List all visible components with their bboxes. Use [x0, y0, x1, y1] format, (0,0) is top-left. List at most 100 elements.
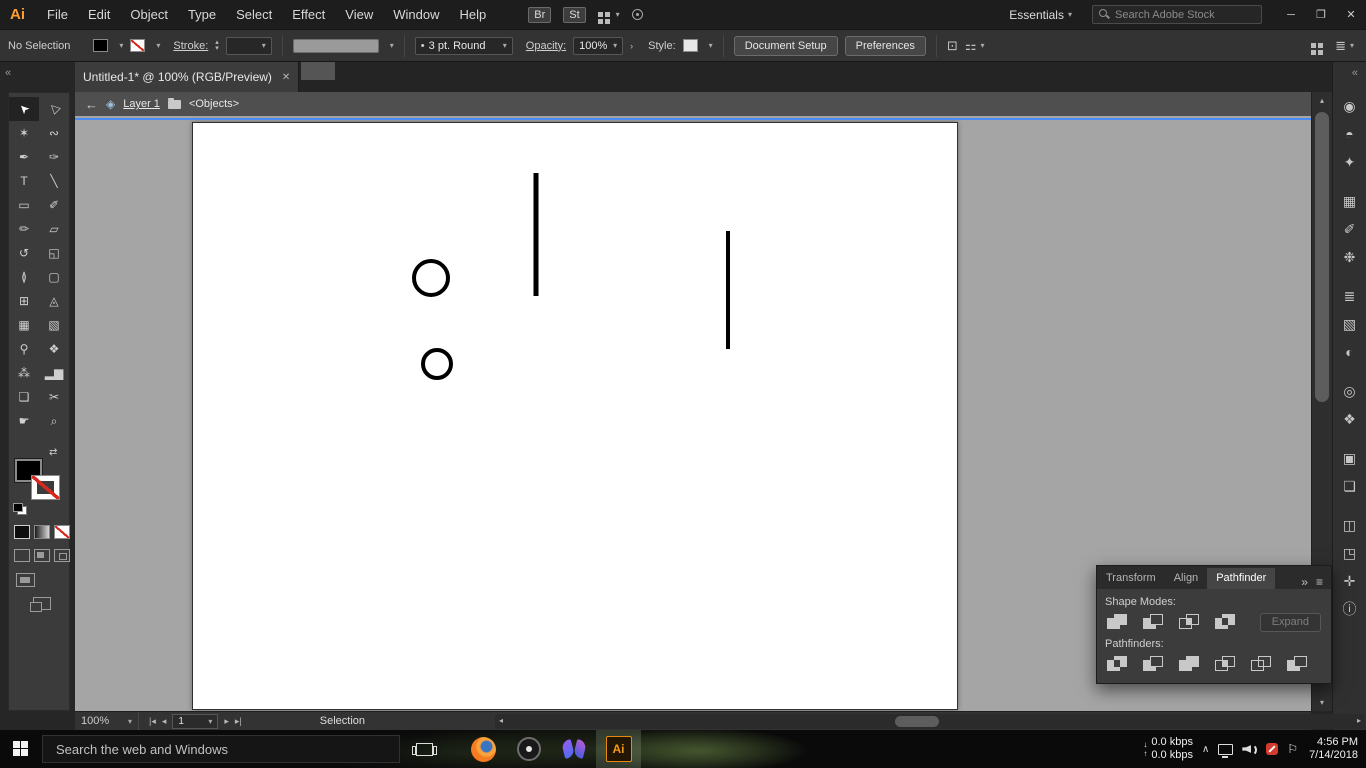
tab-close-icon[interactable]: ✕	[282, 72, 290, 83]
trim-button[interactable]	[1141, 654, 1168, 674]
selection-tool[interactable]: ➤	[9, 97, 39, 121]
action-center-icon[interactable]: ⚐	[1287, 742, 1298, 756]
expand-button[interactable]: Expand	[1260, 613, 1321, 632]
slice-tool[interactable]: ✂	[39, 385, 69, 409]
artboard-tool[interactable]: ❏	[9, 385, 39, 409]
horizontal-scroll-thumb[interactable]	[895, 716, 939, 727]
lasso-tool[interactable]: ∾	[39, 121, 69, 145]
document-setup-button[interactable]: Document Setup	[734, 36, 838, 56]
close-button[interactable]: ✕	[1336, 0, 1366, 29]
symbols-panel-icon[interactable]: ❉	[1337, 245, 1363, 269]
opacity-flyout-icon[interactable]: ›	[630, 41, 633, 51]
select-similar-icon[interactable]: ⚏	[965, 38, 985, 54]
exclude-button[interactable]	[1213, 612, 1240, 632]
paintbrush-tool[interactable]: ✐	[39, 193, 69, 217]
illustrator-taskbar-button[interactable]: Ai	[596, 730, 641, 768]
start-button[interactable]	[0, 730, 42, 768]
pen-tool[interactable]: ✒	[9, 145, 39, 169]
opacity-panel-link[interactable]: Opacity:	[526, 40, 566, 52]
blend-tool[interactable]: ❖	[39, 337, 69, 361]
graphic-styles-panel-icon[interactable]: ❖	[1337, 407, 1363, 431]
outline-button[interactable]	[1249, 654, 1276, 674]
menu-window[interactable]: Window	[383, 0, 449, 29]
color-panel-icon[interactable]: ◉	[1337, 94, 1363, 118]
transform-panel-icon[interactable]: ✛	[1337, 569, 1363, 593]
width-profile-select[interactable]	[293, 39, 379, 53]
draw-inside-button[interactable]	[54, 549, 70, 562]
eraser-tool[interactable]: ▱	[39, 217, 69, 241]
menu-effect[interactable]: Effect	[282, 0, 335, 29]
align-panel-icon[interactable]: ◳	[1337, 541, 1363, 565]
merge-button[interactable]	[1177, 654, 1204, 674]
brushes-panel-icon[interactable]: ✐	[1337, 217, 1363, 241]
stroke-color-swatch[interactable]	[130, 39, 145, 52]
menu-file[interactable]: File	[37, 0, 78, 29]
swatches-panel-icon[interactable]: ▦	[1337, 189, 1363, 213]
eyedropper-tool[interactable]: ⚲	[9, 337, 39, 361]
arrange-documents-button[interactable]	[598, 10, 620, 19]
notification-red-icon[interactable]	[1266, 743, 1278, 755]
gradient-button[interactable]	[34, 525, 50, 539]
magic-wand-tool[interactable]: ✶	[9, 121, 39, 145]
swap-fill-stroke-icon[interactable]: ⇄	[49, 447, 57, 458]
menu-edit[interactable]: Edit	[78, 0, 120, 29]
perspective-grid-tool[interactable]: ◬	[39, 289, 69, 313]
brush-definition-select[interactable]: • 3 pt. Round	[415, 37, 513, 55]
stroke-indicator[interactable]	[32, 476, 59, 499]
minus-front-button[interactable]	[1141, 612, 1168, 632]
opacity-input[interactable]: 100%	[573, 37, 623, 55]
divide-button[interactable]	[1105, 654, 1132, 674]
tab-align[interactable]: Align	[1165, 568, 1207, 589]
artboard[interactable]	[192, 122, 958, 710]
isolate-object-icon[interactable]: ⊡	[947, 38, 958, 54]
hidden-icons-chevron[interactable]: ∧	[1202, 744, 1209, 755]
menu-select[interactable]: Select	[226, 0, 282, 29]
layers-panel-icon[interactable]: ▣	[1337, 446, 1363, 470]
fill-color-swatch[interactable]	[93, 39, 108, 52]
draw-normal-button[interactable]	[14, 549, 30, 562]
default-colors-icon[interactable]	[13, 503, 27, 515]
gradient-tool[interactable]: ▧	[39, 313, 69, 337]
graphic-style-swatch[interactable]	[683, 39, 698, 52]
color-themes-panel-icon[interactable]: ✦	[1337, 150, 1363, 174]
horizontal-scrollbar[interactable]: ◂ ▸	[495, 714, 1365, 729]
curvature-tool[interactable]: ✑	[39, 145, 69, 169]
panel-grid-icon[interactable]	[1311, 43, 1325, 48]
document-info-panel-icon[interactable]: ⓘ	[1337, 597, 1363, 621]
previous-artboard-icon[interactable]: ◂	[162, 716, 167, 727]
network-speed-widget[interactable]: ↓↑ 0.0 kbps 0.0 kbps	[1143, 736, 1193, 762]
artwork-circle[interactable]	[414, 261, 448, 295]
shape-builder-tool[interactable]: ⊞	[9, 289, 39, 313]
task-view-button[interactable]	[402, 730, 447, 768]
stroke-panel-icon[interactable]: ≣	[1337, 284, 1363, 308]
unite-button[interactable]	[1105, 612, 1132, 632]
volume-icon[interactable]	[1242, 743, 1257, 755]
rotate-tool[interactable]: ↺	[9, 241, 39, 265]
network-status-icon[interactable]	[1218, 744, 1233, 755]
control-panel-menu-icon[interactable]: ≣	[1335, 38, 1354, 54]
rectangle-tool[interactable]: ▭	[9, 193, 39, 217]
draw-behind-button[interactable]	[34, 549, 50, 562]
stock-search-box[interactable]	[1092, 5, 1262, 24]
screen-mode-button[interactable]	[16, 573, 35, 587]
breadcrumb-layer[interactable]: Layer 1	[123, 98, 160, 110]
minus-back-button[interactable]	[1285, 654, 1312, 674]
preferences-button[interactable]: Preferences	[845, 36, 926, 56]
stock-button[interactable]: St	[563, 7, 585, 23]
scale-tool[interactable]: ◱	[39, 241, 69, 265]
stroke-width-select[interactable]	[226, 37, 272, 55]
taskbar-search-box[interactable]	[42, 735, 400, 763]
scroll-down-icon[interactable]: ▾	[1312, 698, 1332, 707]
menu-help[interactable]: Help	[449, 0, 496, 29]
collapse-right-dock-icon[interactable]: «	[1352, 67, 1358, 79]
column-graph-tool[interactable]: ▂▆	[39, 361, 69, 385]
mesh-tool[interactable]: ▦	[9, 313, 39, 337]
first-artboard-icon[interactable]: |◂	[149, 716, 156, 727]
document-tab[interactable]: Untitled-1* @ 100% (RGB/Preview) ✕	[75, 62, 299, 92]
appearance-panel-icon[interactable]: ◎	[1337, 379, 1363, 403]
pencil-tool[interactable]: ✏	[9, 217, 39, 241]
vertical-scroll-thumb[interactable]	[1315, 112, 1329, 402]
width-tool[interactable]: ≬	[9, 265, 39, 289]
line-segment-tool[interactable]: ╲	[39, 169, 69, 193]
firefox-button[interactable]	[461, 730, 506, 768]
